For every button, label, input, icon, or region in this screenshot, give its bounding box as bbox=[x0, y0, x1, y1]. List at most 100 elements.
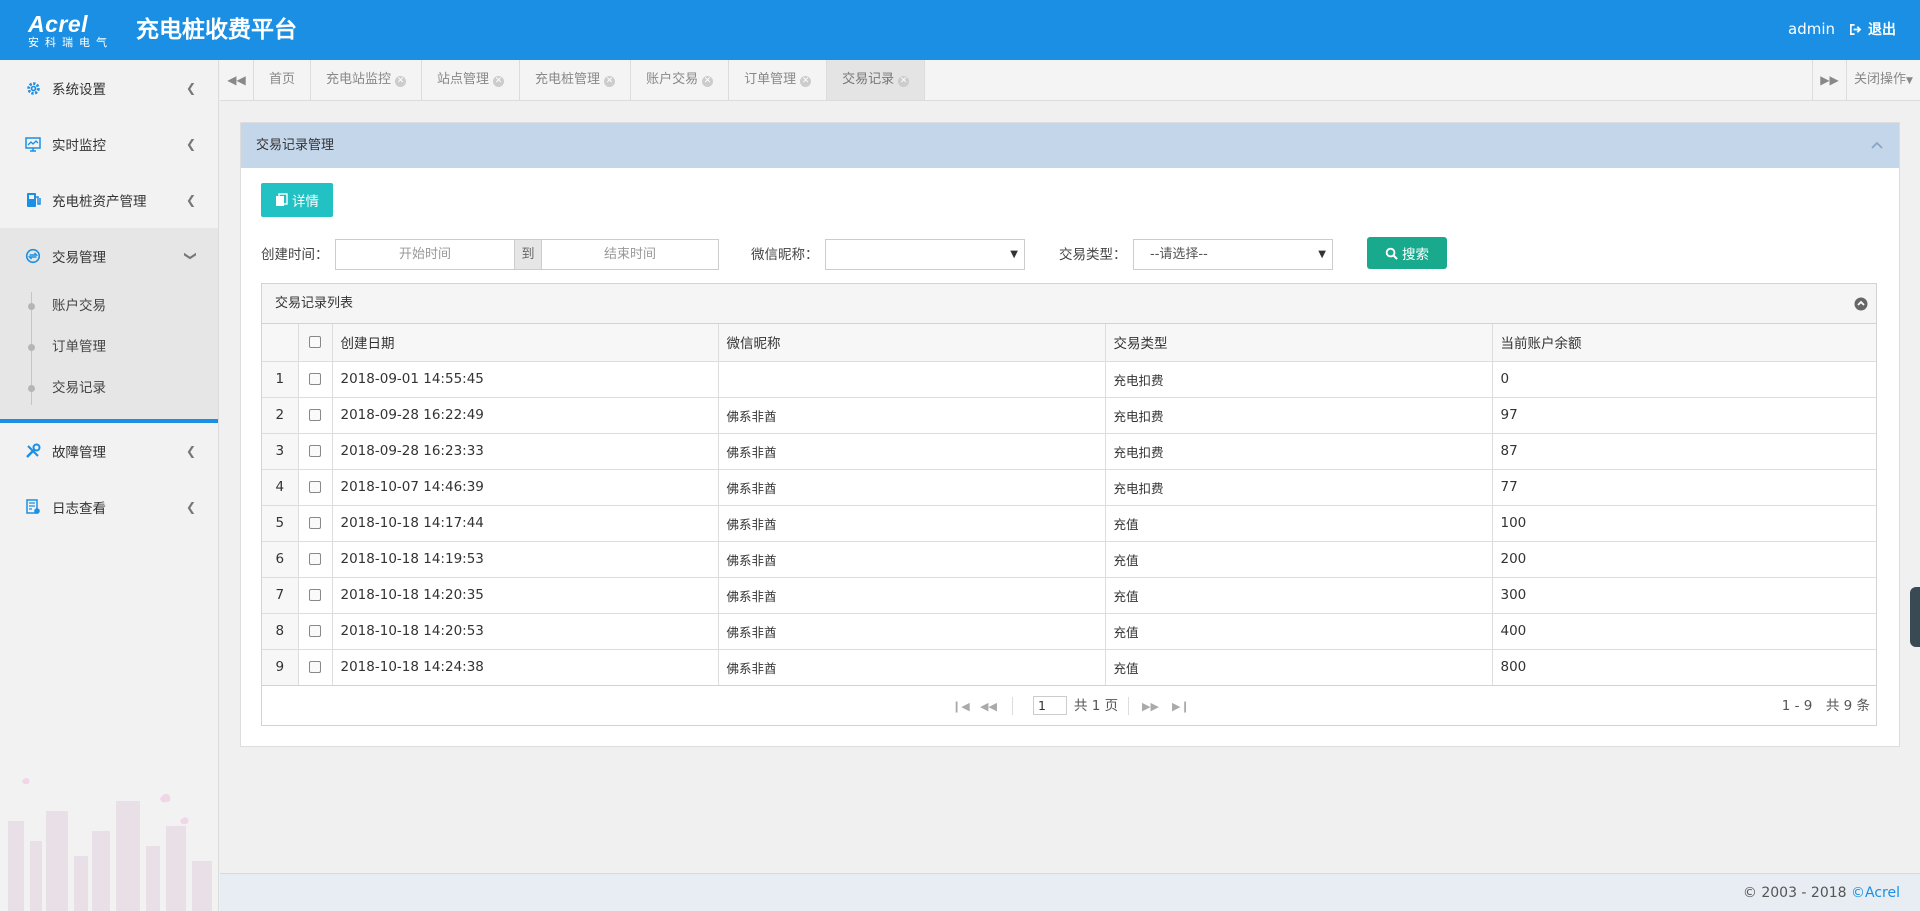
row-checkbox[interactable] bbox=[309, 445, 321, 457]
column-header-nickname[interactable]: 微信昵称 bbox=[718, 324, 1106, 362]
tab-site-management[interactable]: 站点管理 ✕ bbox=[422, 60, 521, 100]
start-time-input[interactable]: 开始时间 bbox=[335, 239, 515, 270]
cell-balance: 400 bbox=[1492, 613, 1876, 650]
tab-account-transactions[interactable]: 账户交易 ✕ bbox=[631, 60, 730, 100]
cell-type: 充电扣费 bbox=[1105, 469, 1493, 506]
transaction-records-panel: 交易记录管理 详情 创建时间： 开始时间 到 结束时间 微信昵称： ▼ 交易类型… bbox=[240, 122, 1900, 747]
detail-button[interactable]: 详情 bbox=[261, 183, 333, 217]
pager-divider bbox=[1128, 697, 1129, 715]
row-checkbox[interactable] bbox=[309, 553, 321, 565]
tab-order-management[interactable]: 订单管理 ✕ bbox=[729, 60, 828, 100]
transaction-table: 创建日期 微信昵称 交易类型 当前账户余额 1 2018-09-01 14:55:… bbox=[262, 324, 1876, 686]
cell-nickname: 佛系非酋 bbox=[718, 469, 1106, 506]
column-header-created-date[interactable]: 创建日期 bbox=[332, 324, 719, 362]
tab-station-monitor[interactable]: 充电站监控 ✕ bbox=[311, 60, 423, 100]
cell-balance: 87 bbox=[1492, 433, 1876, 470]
filter-bar: 创建时间： 开始时间 到 结束时间 微信昵称： ▼ 交易类型： --请选择-- … bbox=[261, 237, 1881, 271]
sidebar-item-system-settings[interactable]: 系统设置 ❮ bbox=[0, 60, 218, 116]
table-row[interactable]: 6 2018-10-18 14:19:53 佛系非酋 充值 200 bbox=[262, 541, 1876, 578]
page-number-input[interactable]: 1 bbox=[1033, 696, 1067, 715]
row-number: 6 bbox=[262, 541, 299, 578]
close-icon[interactable]: ✕ bbox=[395, 76, 407, 87]
tab-label: 首页 bbox=[269, 72, 296, 87]
table-row[interactable]: 3 2018-09-28 16:23:33 佛系非酋 充电扣费 87 bbox=[262, 433, 1876, 470]
sidebar-item-transactions[interactable]: 交易管理 ❮ bbox=[0, 228, 218, 284]
select-all-checkbox[interactable] bbox=[309, 336, 321, 349]
cell-type: 充电扣费 bbox=[1105, 361, 1493, 398]
cell-nickname bbox=[718, 361, 1106, 398]
last-page-icon[interactable]: ▶❙ bbox=[1172, 700, 1190, 713]
pager-divider bbox=[1012, 697, 1013, 715]
cell-created-date: 2018-10-18 14:17:44 bbox=[332, 505, 719, 542]
row-checkbox[interactable] bbox=[309, 625, 321, 637]
cell-type: 充电扣费 bbox=[1105, 397, 1493, 434]
row-checkbox-cell bbox=[298, 469, 333, 506]
table-row[interactable]: 8 2018-10-18 14:20:53 佛系非酋 充值 400 bbox=[262, 613, 1876, 650]
transaction-type-select[interactable]: --请选择-- ▼ bbox=[1133, 239, 1333, 270]
tab-transaction-records[interactable]: 交易记录 ✕ bbox=[827, 60, 926, 100]
row-checkbox-cell bbox=[298, 649, 333, 686]
sidebar-item-realtime-monitor[interactable]: 实时监控 ❮ bbox=[0, 116, 218, 172]
row-checkbox[interactable] bbox=[309, 517, 321, 529]
table-row[interactable]: 2 2018-09-28 16:22:49 佛系非酋 充电扣费 97 bbox=[262, 397, 1876, 434]
first-page-icon[interactable]: ❙◀ bbox=[952, 700, 970, 713]
table-header-row: 创建日期 微信昵称 交易类型 当前账户余额 bbox=[262, 324, 1876, 362]
footer: © 2003 - 2018 ©Acrel bbox=[220, 873, 1920, 911]
app-title: 充电桩收费平台 bbox=[136, 17, 297, 43]
close-icon[interactable]: ✕ bbox=[604, 76, 616, 87]
chevron-left-icon: ❮ bbox=[185, 81, 196, 95]
cell-created-date: 2018-10-07 14:46:39 bbox=[332, 469, 719, 506]
close-operations-dropdown[interactable]: 关闭操作▼ bbox=[1846, 60, 1920, 100]
row-checkbox[interactable] bbox=[309, 481, 321, 493]
sidebar-subitem-order-management[interactable]: 订单管理 bbox=[0, 327, 218, 368]
row-checkbox[interactable] bbox=[309, 589, 321, 601]
footer-brand-link[interactable]: ©Acrel bbox=[1851, 885, 1900, 901]
cell-nickname: 佛系非酋 bbox=[718, 433, 1106, 470]
table-row[interactable]: 5 2018-10-18 14:17:44 佛系非酋 充值 100 bbox=[262, 505, 1876, 542]
search-button[interactable]: 搜索 bbox=[1367, 237, 1447, 269]
sidebar-item-charging-assets[interactable]: 充电桩资产管理 ❮ bbox=[0, 172, 218, 228]
table-row[interactable]: 1 2018-09-01 14:55:45 充电扣费 0 bbox=[262, 361, 1876, 398]
cell-balance: 77 bbox=[1492, 469, 1876, 506]
chevron-up-icon[interactable] bbox=[1871, 139, 1883, 151]
sidebar-item-log-view[interactable]: 日志查看 ❮ bbox=[0, 479, 218, 535]
transaction-icon bbox=[24, 247, 42, 265]
row-checkbox[interactable] bbox=[309, 409, 321, 421]
search-icon bbox=[1385, 247, 1398, 260]
prev-page-icon[interactable]: ◀◀ bbox=[980, 700, 997, 713]
close-icon[interactable]: ✕ bbox=[493, 76, 505, 87]
chevron-left-icon: ❮ bbox=[185, 500, 196, 514]
close-icon[interactable]: ✕ bbox=[800, 76, 812, 87]
caret-down-icon: ▼ bbox=[1906, 76, 1913, 86]
table-row[interactable]: 4 2018-10-07 14:46:39 佛系非酋 充电扣费 77 bbox=[262, 469, 1876, 506]
close-icon[interactable]: ✕ bbox=[702, 76, 714, 87]
sidebar-item-fault-management[interactable]: 故障管理 ❮ bbox=[0, 423, 218, 479]
tab-home[interactable]: 首页 bbox=[254, 60, 312, 100]
sidebar-subitem-account-transactions[interactable]: 账户交易 bbox=[0, 286, 218, 327]
collapse-up-icon[interactable] bbox=[1854, 297, 1868, 311]
cell-created-date: 2018-09-28 16:22:49 bbox=[332, 397, 719, 434]
table-row[interactable]: 9 2018-10-18 14:24:38 佛系非酋 充值 800 bbox=[262, 649, 1876, 686]
side-drawer-handle[interactable] bbox=[1910, 587, 1920, 647]
charging-pile-icon bbox=[24, 191, 42, 209]
column-header-type[interactable]: 交易类型 bbox=[1105, 324, 1493, 362]
search-button-label: 搜索 bbox=[1402, 247, 1429, 263]
column-header-balance[interactable]: 当前账户余额 bbox=[1492, 324, 1876, 362]
row-checkbox[interactable] bbox=[309, 661, 321, 673]
row-checkbox-cell bbox=[298, 361, 333, 398]
logout-button[interactable]: 退出 bbox=[1849, 19, 1896, 39]
table-row[interactable]: 7 2018-10-18 14:20:35 佛系非酋 充值 300 bbox=[262, 577, 1876, 614]
close-icon[interactable]: ✕ bbox=[898, 76, 910, 87]
sidebar-subitem-transaction-records[interactable]: 交易记录 bbox=[0, 368, 218, 409]
tabs-scroll-forward-button[interactable]: ▶▶ bbox=[1812, 60, 1846, 100]
nickname-select[interactable]: ▼ bbox=[825, 239, 1025, 270]
end-time-input[interactable]: 结束时间 bbox=[541, 239, 719, 270]
tabs-scroll-back-button[interactable]: ◀◀ bbox=[220, 60, 254, 100]
tab-pile-management[interactable]: 充电桩管理 ✕ bbox=[520, 60, 632, 100]
transaction-grid: 交易记录列表 创建日期 微信昵称 交易类型 当前账户余额 1 2018-09-01… bbox=[261, 283, 1877, 726]
chevron-left-icon: ❮ bbox=[185, 444, 196, 458]
row-checkbox[interactable] bbox=[309, 373, 321, 385]
next-page-icon[interactable]: ▶▶ bbox=[1142, 700, 1159, 713]
transaction-type-select-value: --请选择-- bbox=[1150, 247, 1208, 262]
username[interactable]: admin bbox=[1788, 20, 1835, 38]
